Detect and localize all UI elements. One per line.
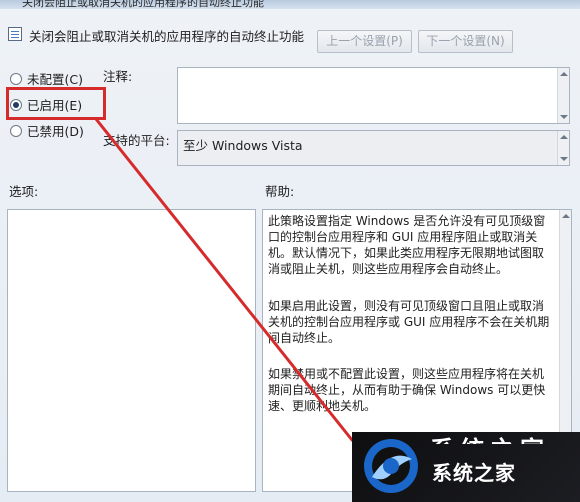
radio-button[interactable]	[10, 72, 22, 85]
title-bar: 关闭会阻止或取消关机的应用程序的自动终止功能	[0, 0, 580, 9]
scroll-up-icon[interactable]	[560, 135, 568, 139]
help-paragraph: 如果启用此设置，则没有可见顶级窗口且阻止或取消关机的控制台应用程序或 GUI 应…	[268, 299, 550, 345]
policy-name: 关闭会阻止或取消关机的应用程序的自动终止功能	[29, 29, 305, 44]
comment-textarea[interactable]	[177, 67, 570, 124]
platform-scrollbar[interactable]	[557, 131, 569, 165]
scroll-down-icon[interactable]	[560, 115, 568, 119]
options-label: 选项:	[9, 184, 39, 199]
supported-platform-field: 至少 Windows Vista	[177, 130, 570, 166]
radio-label: 已禁用(D)	[27, 124, 84, 139]
radio-not-configured[interactable]: 未配置(C)	[10, 69, 83, 88]
watermark-logo: 系统之家 系统之家	[352, 432, 580, 502]
radio-button[interactable]	[10, 124, 22, 137]
radio-label: 未配置(C)	[27, 72, 83, 87]
scroll-up-icon[interactable]	[562, 214, 570, 218]
comment-label: 注释:	[103, 69, 133, 84]
scroll-up-icon[interactable]	[560, 72, 568, 76]
watermark-swirl-icon	[364, 439, 418, 493]
window-title: 关闭会阻止或取消关机的应用程序的自动终止功能	[22, 0, 264, 9]
policy-icon	[8, 27, 22, 41]
help-paragraph: 此策略设置指定 Windows 是否允许没有可见顶级窗口的控制台应用程序和 GU…	[268, 214, 546, 276]
radio-disabled[interactable]: 已禁用(D)	[10, 121, 84, 140]
help-paragraph: 如果禁用或不配置此设置，则这些应用程序将在关机期间自动终止，从而有助于确保 Wi…	[268, 367, 546, 413]
radio-label: 已启用(E)	[27, 98, 83, 113]
scroll-down-icon[interactable]	[560, 157, 568, 161]
help-label: 帮助:	[265, 184, 295, 199]
watermark-text: 系统之家	[432, 461, 516, 485]
supported-platform-label: 支持的平台:	[103, 133, 170, 148]
radio-button-checked[interactable]	[10, 98, 22, 111]
next-setting-button[interactable]: 下一个设置(N)	[418, 30, 513, 53]
radio-enabled[interactable]: 已启用(E)	[10, 95, 82, 114]
options-panel	[7, 209, 256, 492]
watermark-text-top: 系统之家	[430, 430, 550, 444]
comment-scrollbar[interactable]	[557, 68, 569, 123]
supported-platform-value: 至少 Windows Vista	[183, 138, 303, 153]
previous-setting-button[interactable]: 上一个设置(P)	[317, 30, 412, 53]
